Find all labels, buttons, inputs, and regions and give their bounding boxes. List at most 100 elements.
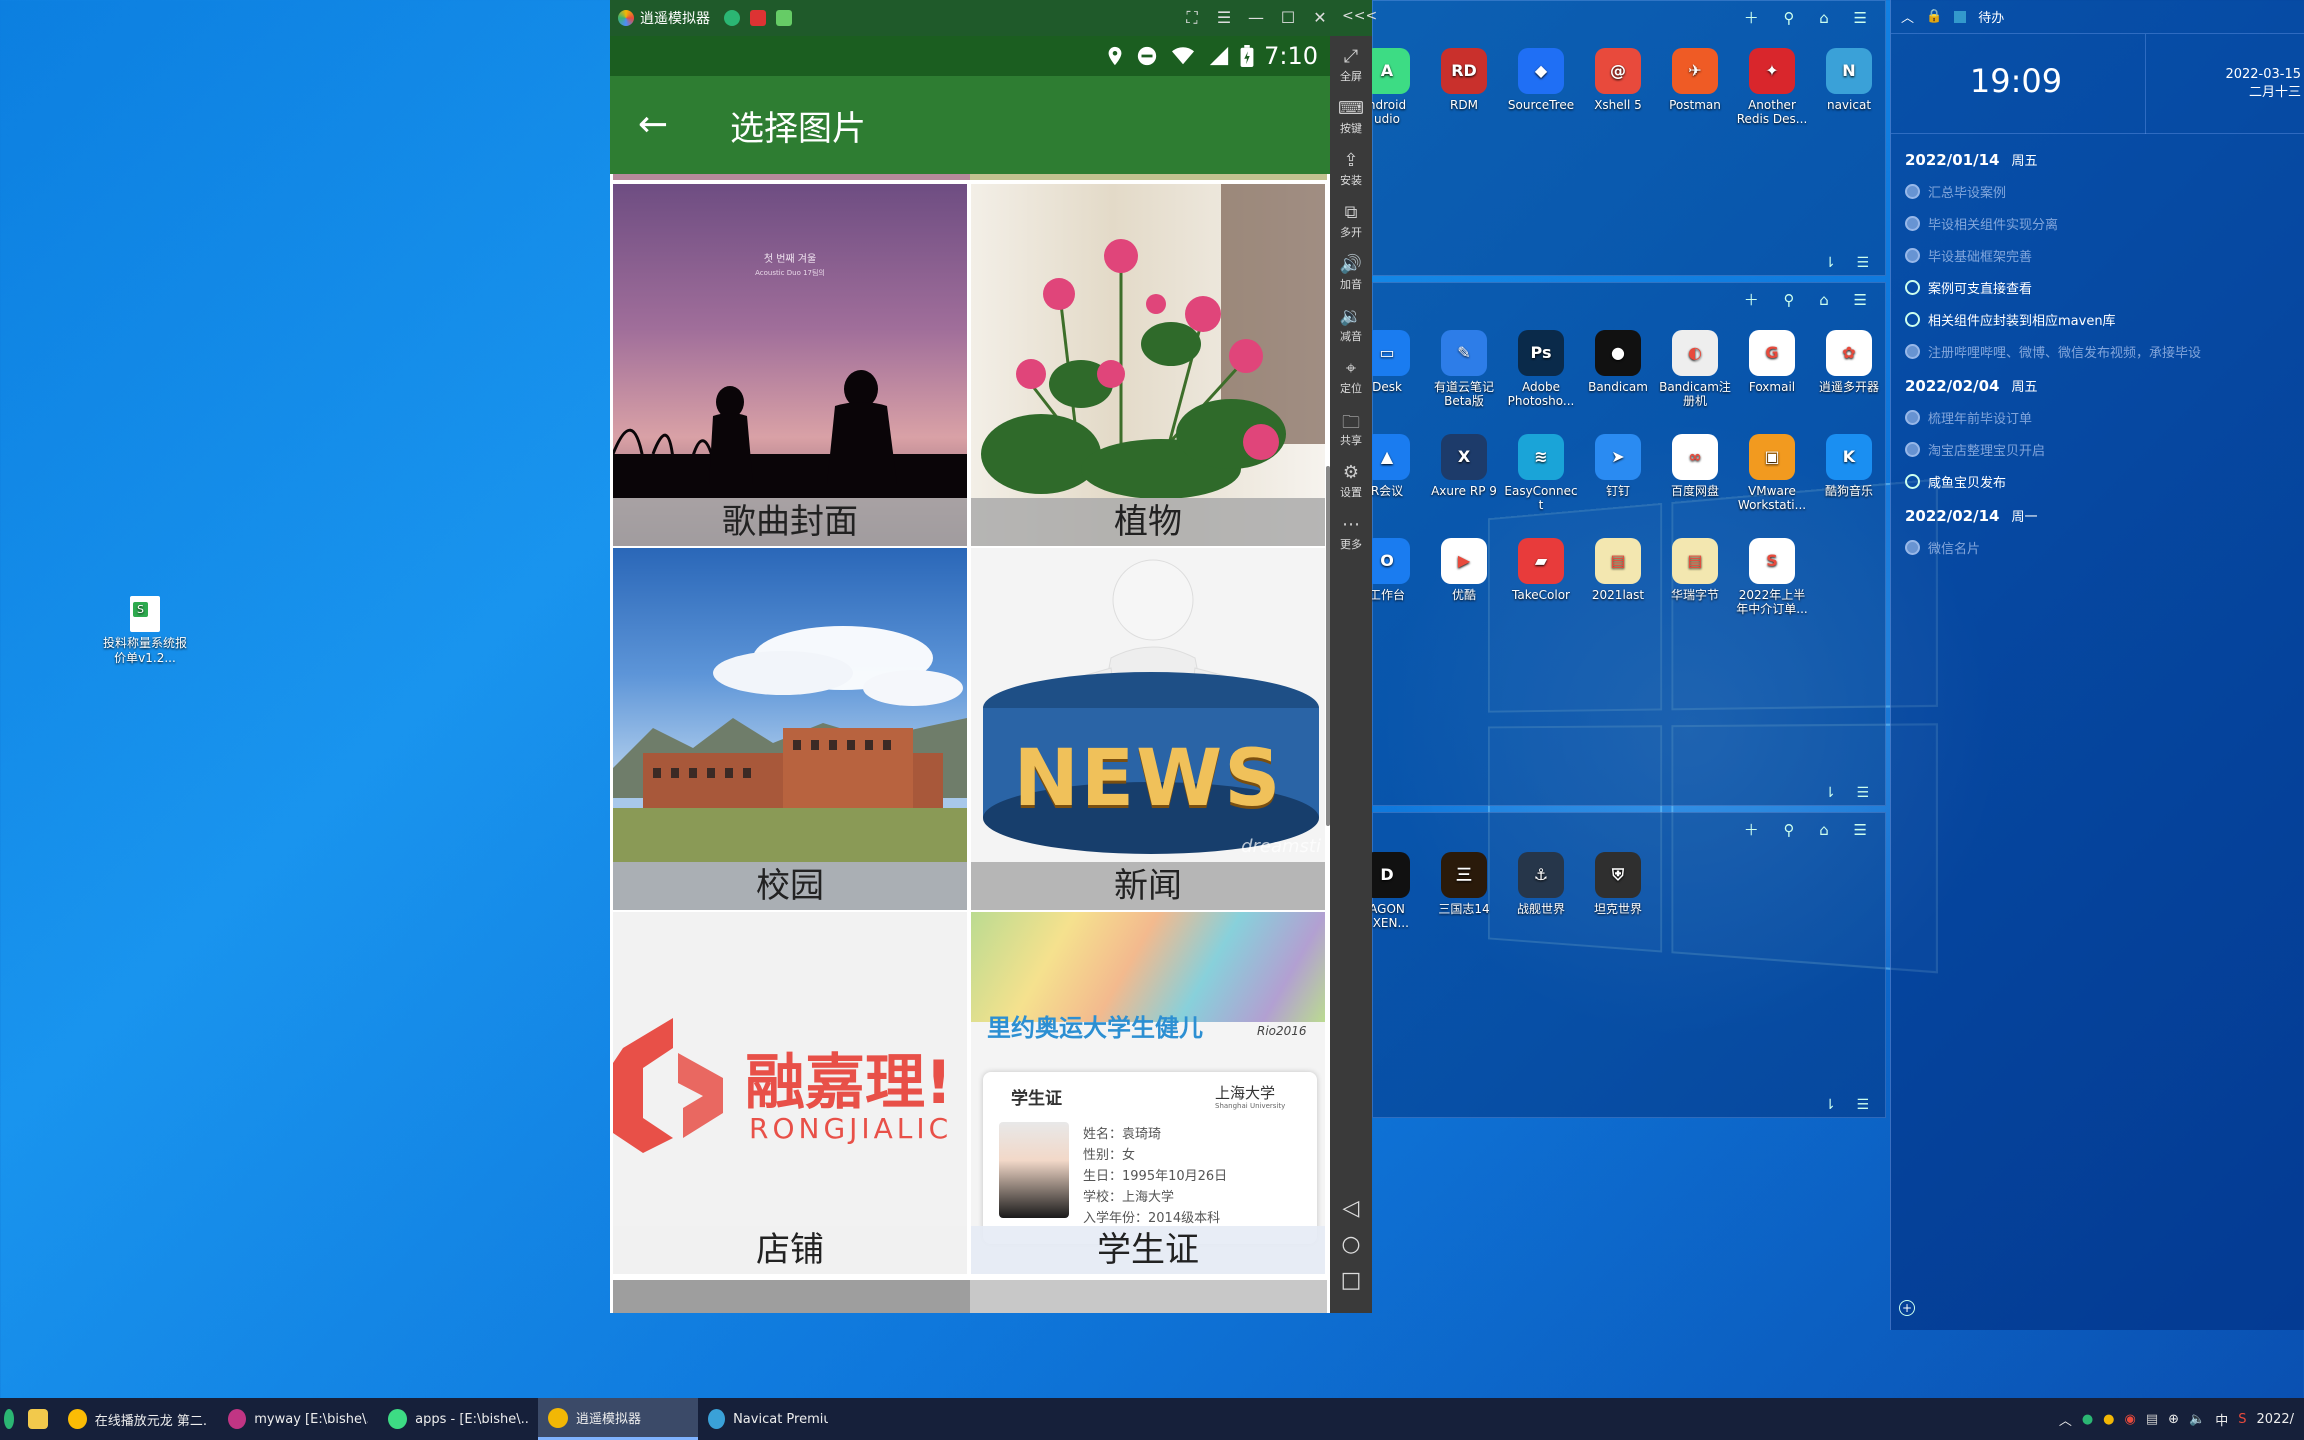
sidebar-button[interactable]: ⚙ 设置	[1330, 456, 1372, 508]
desktop-app-icon[interactable]: ✎ 有道云笔记 Beta版	[1425, 330, 1503, 408]
nav-back-icon[interactable]: ◁	[1330, 1196, 1372, 1221]
tray-app-icon[interactable]: ●	[2103, 1412, 2114, 1427]
todo-checkbox[interactable]	[1905, 312, 1920, 327]
sidebar-button[interactable]: 🗀 共享	[1330, 404, 1372, 456]
nav-home-icon[interactable]: ○	[1330, 1232, 1372, 1257]
tray-record-icon[interactable]: ◉	[2125, 1412, 2136, 1427]
sidebar-button[interactable]: ⧉ 多开	[1330, 196, 1372, 248]
todo-item[interactable]: 咸鱼宝贝发布	[1905, 472, 2006, 491]
todo-checkbox[interactable]	[1905, 344, 1920, 359]
desktop-app-icon[interactable]: ▰ TakeColor	[1502, 538, 1580, 602]
todo-item[interactable]: 梳理年前毕设订单	[1905, 408, 2032, 427]
desktop-app-icon[interactable]: ▤ 华瑞字节	[1656, 538, 1734, 602]
fullscreen-window-icon[interactable]: ⛶	[1182, 8, 1202, 28]
ime-indicator[interactable]: 中	[2215, 1410, 2228, 1429]
desktop-app-icon[interactable]: K 酷狗音乐	[1810, 434, 1888, 498]
desktop-app-icon[interactable]: ⛨ 坦克世界	[1579, 852, 1657, 916]
image-tile[interactable]: NEWS dreamsti 新闻	[971, 548, 1325, 910]
sidebar-button[interactable]: ⋯ 更多	[1330, 508, 1372, 560]
tab-icon-3[interactable]	[776, 10, 792, 26]
tray-app-icon[interactable]: S	[2238, 1412, 2246, 1427]
sidebar-button[interactable]: 🔉 减音	[1330, 300, 1372, 352]
maximize-icon[interactable]: ☐	[1278, 8, 1298, 27]
desktop-app-icon[interactable]: RD RDM	[1425, 48, 1503, 112]
add-todo-icon[interactable]: +	[1899, 1300, 1915, 1316]
desktop-app-icon[interactable]: ✿ 逍遥多开器	[1810, 330, 1888, 394]
todo-item[interactable]: 汇总毕设案例	[1905, 182, 2006, 201]
desktop-app-icon[interactable]: ▶ 优酷	[1425, 538, 1503, 602]
group-footer-icons[interactable]: ⇂ ☰	[1824, 255, 1877, 271]
todo-checkbox[interactable]	[1905, 280, 1920, 295]
volume-icon[interactable]: 🔈	[2189, 1412, 2205, 1427]
desktop-app-icon[interactable]: ● Bandicam	[1579, 330, 1657, 394]
group-toolbar[interactable]: ＋ ⚲ ⌂ ☰	[1744, 289, 1877, 310]
desktop-app-icon[interactable]: @ Xshell 5	[1579, 48, 1657, 112]
tab-icon-2[interactable]	[750, 10, 766, 26]
desktop-app-icon[interactable]: Ps Adobe Photosho...	[1502, 330, 1580, 408]
todo-checkbox[interactable]	[1905, 248, 1920, 263]
desktop-app-icon[interactable]: ✈ Postman	[1656, 48, 1734, 112]
wechat-icon[interactable]: ●	[2082, 1412, 2093, 1427]
desktop-app-icon[interactable]: X Axure RP 9	[1425, 434, 1503, 498]
todo-checkbox[interactable]	[1905, 442, 1920, 457]
taskbar-app-button[interactable]: Navicat Premium	[698, 1398, 838, 1440]
network-icon[interactable]: ⊕	[2168, 1412, 2179, 1427]
emulator-titlebar[interactable]: 逍遥模拟器 ⛶ ☰ — ☐ ✕ <<<	[610, 0, 1377, 36]
sidebar-button[interactable]: ⌖ 定位	[1330, 352, 1372, 404]
start-button[interactable]	[0, 1398, 18, 1440]
lock-icon[interactable]: 🔒	[1926, 9, 1942, 24]
todo-checkbox[interactable]	[1905, 410, 1920, 425]
image-tile[interactable]: 里约奥运大学生健儿 Rio2016 学生证 上海大学 Shanghai Univ…	[971, 912, 1325, 1274]
desktop-app-icon[interactable]: G Foxmail	[1733, 330, 1811, 394]
desktop-app-icon[interactable]: ≋ EasyConnec t	[1502, 434, 1580, 512]
todo-item[interactable]: 注册哔哩哔哩、微博、微信发布视频，承接毕设	[1905, 342, 2201, 361]
desktop-app-icon[interactable]: 三三国志14	[1425, 852, 1503, 916]
todo-item[interactable]: 淘宝店整理宝贝开启	[1905, 440, 2045, 459]
nav-recent-icon[interactable]: □	[1330, 1268, 1372, 1293]
desktop-file-icon[interactable]: S 投料称量系统报价单v1.2...	[100, 596, 190, 666]
todo-item[interactable]: 毕设相关组件实现分离	[1905, 214, 2058, 233]
minimize-icon[interactable]: —	[1246, 8, 1266, 27]
desktop-app-icon[interactable]: S 2022年上半 年中介订单...	[1733, 538, 1811, 616]
desktop-app-icon[interactable]: ✦ Another Redis Des...	[1733, 48, 1811, 126]
tray-expand-icon[interactable]: ︿	[2059, 1410, 2072, 1429]
collapse-icon[interactable]: ︿	[1901, 7, 1914, 26]
todo-item[interactable]: 相关组件应封装到相应maven库	[1905, 310, 2116, 329]
image-tile[interactable]: 融嘉理! RONGJIALIC 店铺	[613, 912, 967, 1274]
group-footer-icons[interactable]: ⇂ ☰	[1824, 1097, 1877, 1113]
todo-item[interactable]: 微信名片	[1905, 538, 1980, 557]
tab-icon-1[interactable]	[724, 10, 740, 26]
desktop-app-icon[interactable]: ◐ Bandicam注 册机	[1656, 330, 1734, 408]
group-toolbar[interactable]: ＋ ⚲ ⌂ ☰	[1744, 819, 1877, 840]
group-footer-icons[interactable]: ⇂ ☰	[1824, 785, 1877, 801]
todo-checkbox[interactable]	[1905, 474, 1920, 489]
tray-app-icon[interactable]: ▤	[2146, 1412, 2158, 1427]
desktop-app-icon[interactable]: ➤ 钉钉	[1579, 434, 1657, 498]
sidebar-button[interactable]: ⤢ 全屏	[1330, 40, 1372, 92]
todo-item[interactable]: 案例可支直接查看	[1905, 278, 2032, 297]
menu-icon[interactable]: ☰	[1214, 8, 1234, 27]
image-tile[interactable]: 校园	[613, 548, 967, 910]
sidebar-button[interactable]: ⌨ 按键	[1330, 92, 1372, 144]
taskbar-clock[interactable]: 2022/	[2257, 1412, 2294, 1427]
todo-checkbox[interactable]	[1905, 184, 1920, 199]
group-toolbar[interactable]: ＋ ⚲ ⌂ ☰	[1744, 7, 1877, 28]
taskbar-app-button[interactable]: 逍遥模拟器	[538, 1398, 698, 1440]
taskbar-app-button[interactable]: 在线播放元龙 第二...	[58, 1398, 218, 1440]
image-tile[interactable]: 첫 번째 겨울 Acoustic Duo 17팀의 歌曲封面	[613, 184, 967, 546]
desktop-app-icon[interactable]: ▣ VMware Workstati...	[1733, 434, 1811, 512]
sidebar-button[interactable]: 🔊 加音	[1330, 248, 1372, 300]
taskbar-app-button[interactable]: myway [E:\bishe\...	[218, 1398, 378, 1440]
image-tile[interactable]: 植物	[971, 184, 1325, 546]
desktop-app-icon[interactable]: ⚓ 战舰世界	[1502, 852, 1580, 916]
todo-checkbox[interactable]	[1905, 216, 1920, 231]
sidebar-button[interactable]: ⇪ 安装	[1330, 144, 1372, 196]
todo-checkbox[interactable]	[1905, 540, 1920, 555]
taskbar-app-button[interactable]: apps - [E:\bishe\...	[378, 1398, 538, 1440]
desktop-app-icon[interactable]: ◆ SourceTree	[1502, 48, 1580, 112]
desktop-app-icon[interactable]: ∞ 百度网盘	[1656, 434, 1734, 498]
todo-item[interactable]: 毕设基础框架完善	[1905, 246, 2032, 265]
desktop-app-icon[interactable]: Nnavicat	[1810, 48, 1888, 112]
close-icon[interactable]: ✕	[1310, 8, 1330, 27]
back-arrow-icon[interactable]: ←	[638, 107, 678, 143]
